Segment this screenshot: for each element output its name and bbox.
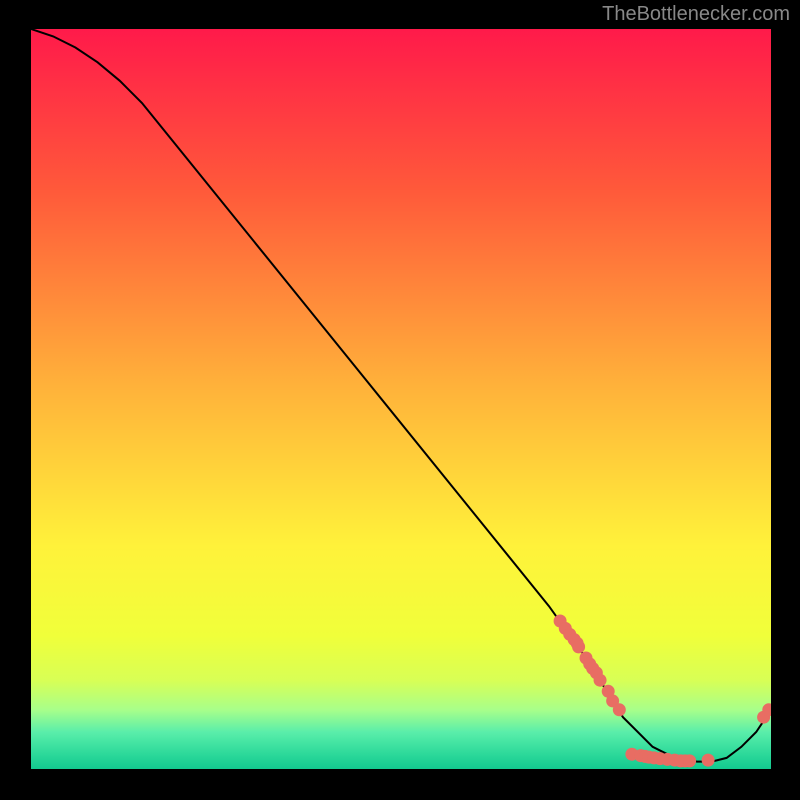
chart-container: TheBottlenecker.com: [0, 0, 800, 800]
data-point: [702, 754, 715, 767]
data-point: [594, 674, 607, 687]
plot-area: [31, 29, 771, 769]
watermark-text: TheBottlenecker.com: [602, 3, 790, 26]
data-point: [683, 754, 696, 767]
data-point: [572, 640, 585, 653]
gradient-background: [31, 29, 771, 769]
chart-svg: [31, 29, 771, 769]
data-point: [613, 703, 626, 716]
